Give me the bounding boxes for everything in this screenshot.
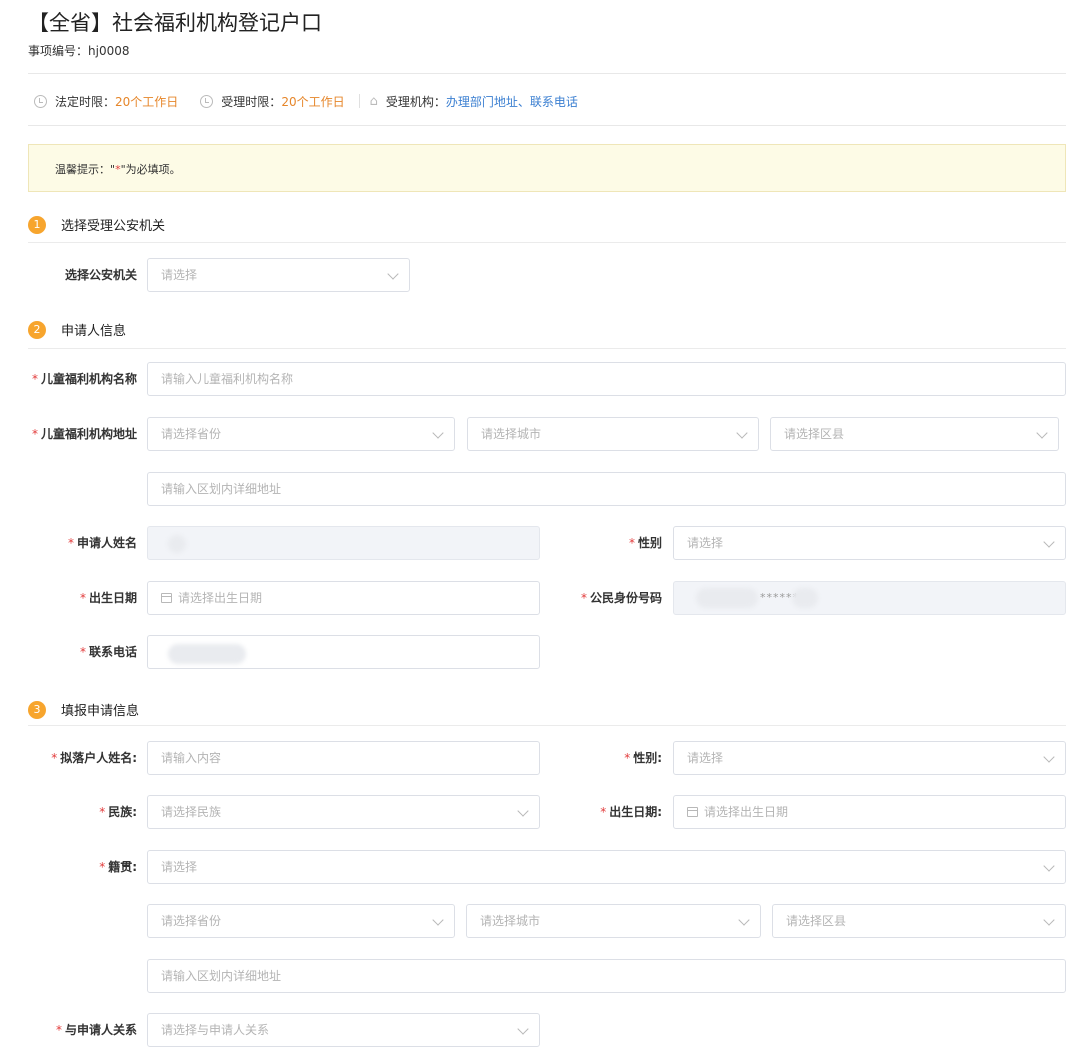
chevron-down-icon <box>432 914 444 926</box>
legal-limit-value: 20个工作日 <box>115 94 179 109</box>
item-code: 事项编号：hj0008 <box>28 44 130 58</box>
id-number-input[interactable]: ****** <box>673 581 1066 615</box>
section-registration: 3 填报申请信息 <box>28 700 139 719</box>
section-divider <box>28 242 1066 243</box>
settler-name-input[interactable]: 请输入内容 <box>147 741 540 775</box>
masked-name <box>168 535 186 553</box>
section-title: 填报申请信息 <box>61 704 140 719</box>
native-place-select[interactable]: 请选择 <box>147 850 1066 884</box>
agency-contact-link[interactable]: 办理部门地址、联系电话 <box>446 93 578 110</box>
native-district-select[interactable]: 请选择区县 <box>772 904 1066 938</box>
phone-input[interactable] <box>147 635 540 669</box>
org-address-label: * 儿童福利机构地址 <box>31 427 137 441</box>
step-number: 3 <box>28 700 46 719</box>
chevron-down-icon <box>432 427 444 439</box>
chevron-down-icon <box>517 805 529 817</box>
settler-gender-label: * 性别: <box>624 751 662 765</box>
step-number: 2 <box>28 320 46 339</box>
section-applicant: 2 申请人信息 <box>28 320 126 339</box>
masked-phone <box>168 644 246 664</box>
section-title: 申请人信息 <box>61 324 127 339</box>
birth-date-label: * 出生日期 <box>79 591 137 605</box>
notice-text: "为必填项。 <box>120 163 181 176</box>
police-select[interactable]: 请选择 <box>147 258 410 292</box>
info-divider <box>358 94 360 108</box>
ethnic-label: * 民族: <box>99 805 137 819</box>
page-title: 【全省】社会福利机构登记户口 <box>28 11 322 35</box>
ethnic-select[interactable]: 请选择民族 <box>147 795 540 829</box>
settler-birth-label: * 出生日期: <box>600 805 662 819</box>
org-name-input[interactable]: 请输入儿童福利机构名称 <box>147 362 1066 396</box>
info-divider-line <box>28 125 1066 126</box>
home-icon: ⌂ <box>369 93 378 109</box>
chevron-down-icon <box>1043 860 1055 872</box>
native-city-select[interactable]: 请选择城市 <box>466 904 761 938</box>
step-number: 1 <box>28 215 46 234</box>
notice-prefix: 温馨提示： <box>55 163 110 176</box>
legal-limit-label: 法定时限： <box>55 94 116 109</box>
chevron-down-icon <box>736 427 748 439</box>
chevron-down-icon <box>1036 427 1048 439</box>
settler-name-label: * 拟落户人姓名: <box>51 751 137 765</box>
accept-limit: 受理时限： 20个工作日 <box>200 93 345 110</box>
phone-label: * 联系电话 <box>79 645 137 659</box>
header-divider <box>28 73 1066 74</box>
applicant-birth-date-picker[interactable]: 请选择出生日期 <box>147 581 540 615</box>
chevron-down-icon <box>1043 536 1055 548</box>
org-city-select[interactable]: 请选择城市 <box>467 417 759 451</box>
native-province-select[interactable]: 请选择省份 <box>147 904 455 938</box>
settler-birth-date-picker[interactable]: 请选择出生日期 <box>673 795 1066 829</box>
org-name-label: * 儿童福利机构名称 <box>31 372 137 386</box>
relation-select[interactable]: 请选择与申请人关系 <box>147 1013 540 1047</box>
org-district-select[interactable]: 请选择区县 <box>770 417 1059 451</box>
applicant-name-label: * 申请人姓名 <box>67 536 137 550</box>
native-detail-address-input[interactable]: 请输入区划内详细地址 <box>147 959 1066 993</box>
agency: ⌂ 受理机构： 办理部门地址、联系电话 <box>370 93 578 110</box>
agency-label: 受理机构： <box>385 94 446 109</box>
section-police: 1 选择受理公安机关 <box>28 215 165 234</box>
info-bar: 法定时限： 20个工作日 受理时限： 20个工作日 ⌂ 受理机构： 办理部门地址… <box>34 92 600 110</box>
chevron-down-icon <box>517 1023 529 1035</box>
relation-label: * 与申请人关系 <box>55 1023 137 1037</box>
clock-icon <box>200 94 214 108</box>
org-detail-address-input[interactable]: 请输入区划内详细地址 <box>147 472 1066 506</box>
police-label: 选择公安机关 <box>64 268 137 282</box>
calendar-icon <box>687 807 698 817</box>
notice-banner: 温馨提示："*"为必填项。 <box>28 144 1066 192</box>
clock-icon <box>34 94 47 108</box>
chevron-down-icon <box>738 914 750 926</box>
section-divider <box>28 348 1066 349</box>
masked-id-prefix <box>696 588 758 608</box>
section-title: 选择受理公安机关 <box>61 219 166 234</box>
accept-limit-label: 受理时限： <box>221 94 282 109</box>
id-number-label: * 公民身份号码 <box>580 591 662 605</box>
chevron-down-icon <box>1043 914 1055 926</box>
gender-label: * 性别 <box>628 536 662 550</box>
masked-id-suffix <box>792 588 818 608</box>
org-province-select[interactable]: 请选择省份 <box>147 417 455 451</box>
calendar-icon <box>161 593 172 603</box>
chevron-down-icon <box>1043 751 1055 763</box>
section-divider <box>28 725 1066 726</box>
settler-gender-select[interactable]: 请选择 <box>673 741 1066 775</box>
accept-limit-value: 20个工作日 <box>281 94 345 109</box>
applicant-gender-select[interactable]: 请选择 <box>673 526 1066 560</box>
chevron-down-icon <box>387 268 399 280</box>
native-place-label: * 籍贯: <box>99 860 137 874</box>
applicant-name-input[interactable] <box>147 526 540 560</box>
legal-limit: 法定时限： 20个工作日 <box>34 93 178 110</box>
